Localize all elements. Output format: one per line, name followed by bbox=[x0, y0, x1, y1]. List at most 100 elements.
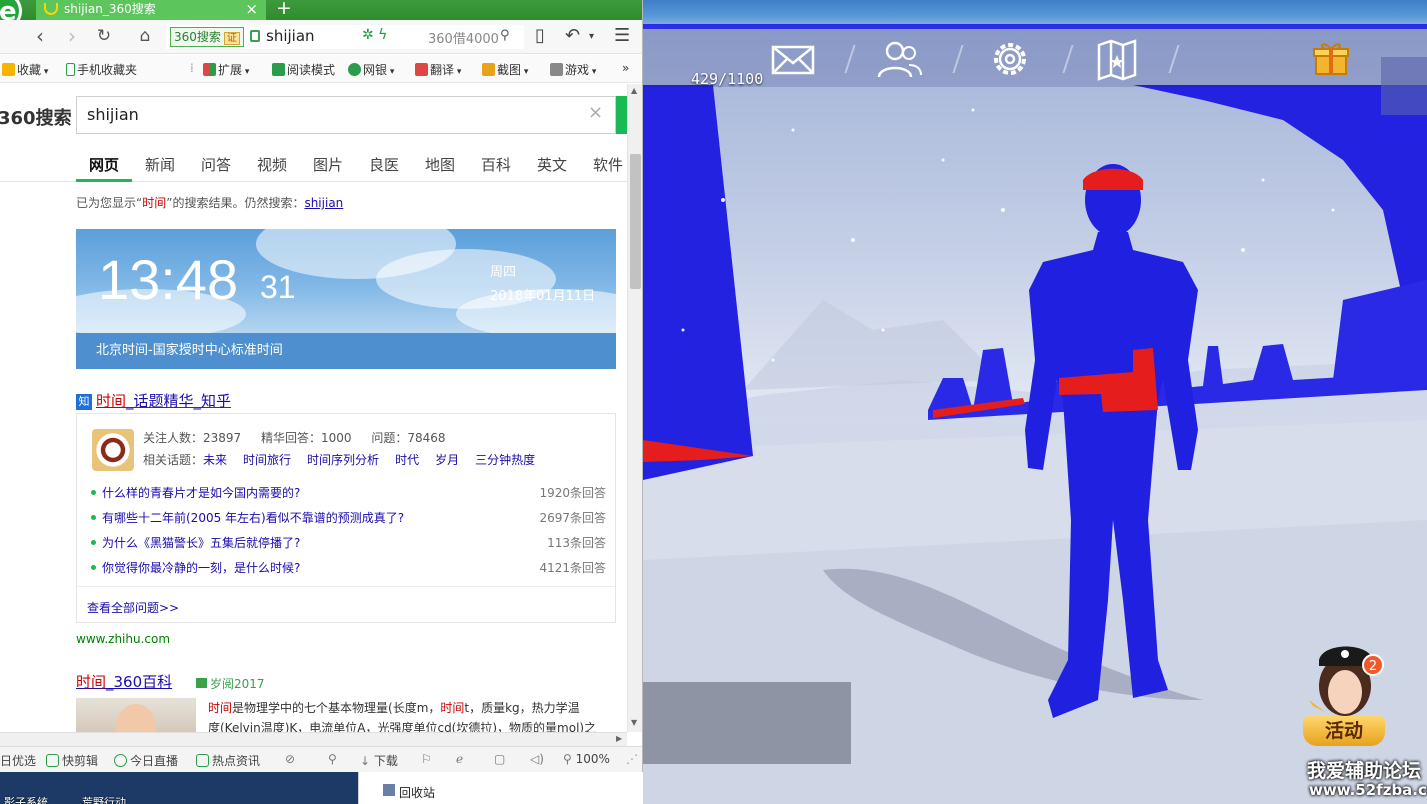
scroll-thumb[interactable] bbox=[630, 154, 641, 289]
tab-maps[interactable]: 地图 bbox=[425, 154, 455, 175]
resize-grip-icon[interactable]: ⋰ bbox=[626, 752, 638, 766]
new-tab-button[interactable]: + bbox=[276, 0, 292, 19]
zoom-level[interactable]: ⚲ 100% bbox=[563, 752, 610, 766]
bookmarks-more-button[interactable]: » bbox=[622, 61, 629, 75]
status-downloads[interactable]: ↓ 下载 bbox=[360, 752, 398, 769]
desktop-icon-wilderness[interactable]: 荒野行动 bbox=[82, 794, 126, 804]
baike-result-title[interactable]: 时间_360百科 bbox=[76, 671, 172, 692]
map-icon[interactable] bbox=[1093, 37, 1141, 81]
bookmark-mobile[interactable]: 手机收藏夹 bbox=[66, 61, 137, 78]
topic-link[interactable]: 三分钟热度 bbox=[475, 453, 535, 467]
tab-software[interactable]: 软件 bbox=[593, 154, 623, 175]
bookmark-bank[interactable]: 网银 ▾ bbox=[348, 61, 394, 78]
address-bar[interactable]: 360搜索证 shijian ✲ ϟ 360借4000 ⚲ bbox=[166, 25, 524, 49]
scroll-down-icon[interactable]: ▼ bbox=[631, 718, 637, 727]
mobile-icon[interactable]: ▯ bbox=[535, 25, 545, 46]
refresh-icon[interactable]: ↻ bbox=[92, 25, 116, 49]
topic-link[interactable]: 时间旅行 bbox=[243, 453, 291, 467]
forward-button[interactable]: › bbox=[60, 25, 84, 49]
tab-medical[interactable]: 良医 bbox=[369, 154, 399, 175]
tab-baike[interactable]: 百科 bbox=[481, 154, 511, 175]
search-icon[interactable]: ⚲ bbox=[500, 28, 510, 43]
pin-icon[interactable]: ⚲ bbox=[328, 752, 337, 766]
answer-count: 113条回答 bbox=[547, 536, 606, 550]
friends-icon[interactable] bbox=[875, 37, 923, 81]
featured-count: 精华回答：1000 bbox=[261, 431, 352, 445]
bookmark-reading-mode[interactable]: 阅读模式 bbox=[272, 61, 335, 78]
undo-icon[interactable]: ↶ bbox=[565, 25, 580, 46]
settings-gear-icon[interactable] bbox=[986, 37, 1034, 81]
baike-tag[interactable]: 岁阅2017 bbox=[196, 675, 265, 692]
address-search-input[interactable]: 360借4000 bbox=[428, 28, 499, 47]
status-live[interactable]: 今日直播 bbox=[114, 752, 178, 769]
bookmark-screenshot[interactable]: 截图 ▾ bbox=[482, 61, 528, 78]
topic-link[interactable]: 未来 bbox=[203, 453, 227, 467]
flag-icon[interactable]: ⚐ bbox=[421, 752, 432, 766]
activity-button[interactable]: 2 活动 bbox=[1303, 640, 1385, 748]
list-item: 有哪些十二年前(2005 年左右)看似不靠谱的预测成真了? 2697条回答 bbox=[91, 509, 606, 526]
question-link[interactable]: 你觉得你最冷静的一刻，是什么时候? bbox=[102, 561, 300, 575]
tab-web[interactable]: 网页 bbox=[89, 154, 119, 175]
bookmark-translate[interactable]: 翻译 ▾ bbox=[415, 61, 461, 78]
tab-qa[interactable]: 问答 bbox=[201, 154, 231, 175]
topic-link[interactable]: 时代 bbox=[395, 453, 419, 467]
question-link[interactable]: 为什么《黑猫警长》五集后就停播了? bbox=[102, 536, 300, 550]
speed-mode-icon[interactable]: ✲ ϟ bbox=[362, 27, 387, 43]
tab-video[interactable]: 视频 bbox=[257, 154, 287, 175]
clock-date: 2018年01月11日 bbox=[490, 289, 596, 304]
back-button[interactable]: ‹ bbox=[28, 25, 52, 49]
recycle-bin-label[interactable]: 回收站 bbox=[399, 784, 435, 801]
vertical-scrollbar[interactable]: ▲ ▼ bbox=[627, 84, 642, 732]
status-hot-news[interactable]: 热点资讯 bbox=[196, 752, 260, 769]
bookmark-extensions[interactable]: 扩展 ▾ bbox=[203, 61, 249, 78]
chevron-down-icon[interactable]: ▾ bbox=[589, 31, 594, 42]
lock-icon bbox=[250, 30, 260, 42]
topic-link[interactable]: 岁月 bbox=[435, 453, 459, 467]
close-icon[interactable]: × bbox=[245, 0, 258, 18]
search-input[interactable]: shijian bbox=[76, 96, 616, 134]
original-query-link[interactable]: shijian bbox=[304, 196, 343, 210]
bookmark-favorites[interactable]: 收藏 ▾ bbox=[2, 61, 48, 78]
mail-icon[interactable] bbox=[769, 37, 817, 81]
ie-icon[interactable]: ℯ bbox=[456, 752, 463, 766]
bookmark-games[interactable]: 游戏 ▾ bbox=[550, 61, 596, 78]
scroll-right-icon[interactable]: ▶ bbox=[616, 734, 622, 743]
desktop-icon-shadow-system[interactable]: 影子系统 bbox=[4, 794, 48, 804]
game-viewport[interactable]: 429/1100 2 活动 我爱辅助论坛 www.52fzba.com bbox=[643, 0, 1427, 804]
question-link[interactable]: 什么样的青春片才是如今国内需要的? bbox=[102, 486, 300, 500]
phone-icon bbox=[66, 63, 75, 76]
status-bar: 日优选 快剪辑 今日直播 热点资讯 ⊘ ⚲ ↓ 下载 ⚐ ℯ ▢ ◁) ⚲ 10… bbox=[0, 746, 642, 772]
window-icon[interactable]: ▢ bbox=[494, 752, 505, 766]
clear-icon[interactable]: × bbox=[588, 102, 603, 123]
question-link[interactable]: 有哪些十二年前(2005 年左右)看似不靠谱的预测成真了? bbox=[102, 511, 404, 525]
volume-icon[interactable]: ◁) bbox=[530, 752, 544, 766]
tab-english[interactable]: 英文 bbox=[537, 154, 567, 175]
address-text[interactable]: shijian bbox=[266, 27, 315, 45]
tab-images[interactable]: 图片 bbox=[313, 154, 343, 175]
live-icon bbox=[114, 754, 127, 767]
view-all-questions-link[interactable]: 查看全部问题>> bbox=[87, 599, 179, 616]
status-quick-edit[interactable]: 快剪辑 bbox=[46, 752, 98, 769]
zhihu-result-title[interactable]: 知时间_话题精华_知乎 bbox=[76, 390, 231, 411]
site-badge[interactable]: 360搜索证 bbox=[170, 27, 244, 47]
translate-icon bbox=[415, 63, 428, 76]
status-icon-a[interactable]: ⊘ bbox=[285, 752, 295, 766]
tab-active[interactable]: shijian_360搜索 × bbox=[36, 0, 266, 20]
list-item: 你觉得你最冷静的一刻，是什么时候? 4121条回答 bbox=[91, 559, 606, 576]
chat-panel bbox=[643, 682, 851, 764]
list-item: 什么样的青春片才是如今国内需要的? 1920条回答 bbox=[91, 484, 606, 501]
home-icon[interactable]: ⌂ bbox=[133, 25, 157, 49]
answer-count: 2697条回答 bbox=[539, 511, 606, 525]
related-topics: 相关话题：未来 时间旅行 时间序列分析 时代 岁月 三分钟热度 bbox=[143, 451, 551, 468]
topic-link[interactable]: 时间序列分析 bbox=[307, 453, 379, 467]
tab-news[interactable]: 新闻 bbox=[145, 154, 175, 175]
search-logo[interactable]: 360搜索 bbox=[0, 104, 72, 130]
activity-label: 活动 bbox=[1303, 716, 1385, 746]
scroll-up-icon[interactable]: ▲ bbox=[631, 86, 637, 95]
zhihu-icon: 知 bbox=[76, 394, 92, 410]
search-button[interactable] bbox=[616, 96, 627, 134]
status-daily-picks[interactable]: 日优选 bbox=[0, 752, 36, 769]
horizontal-scrollbar[interactable]: ▶ bbox=[0, 732, 627, 746]
gift-icon[interactable] bbox=[1313, 40, 1349, 79]
menu-icon[interactable]: ☰ bbox=[614, 25, 630, 46]
